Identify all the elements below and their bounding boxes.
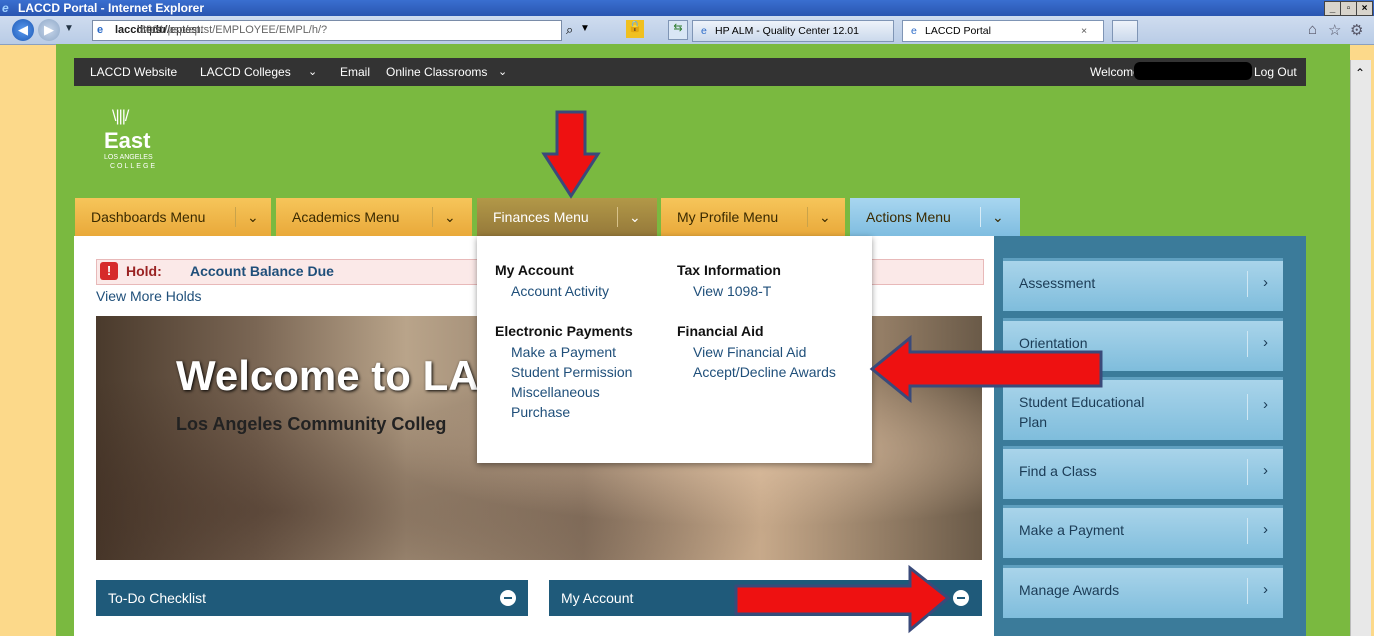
annotation-arrows	[541, 110, 1103, 634]
left-arrow-icon	[869, 334, 1103, 404]
down-arrow-icon	[541, 110, 601, 199]
right-arrow-icon	[734, 564, 951, 634]
